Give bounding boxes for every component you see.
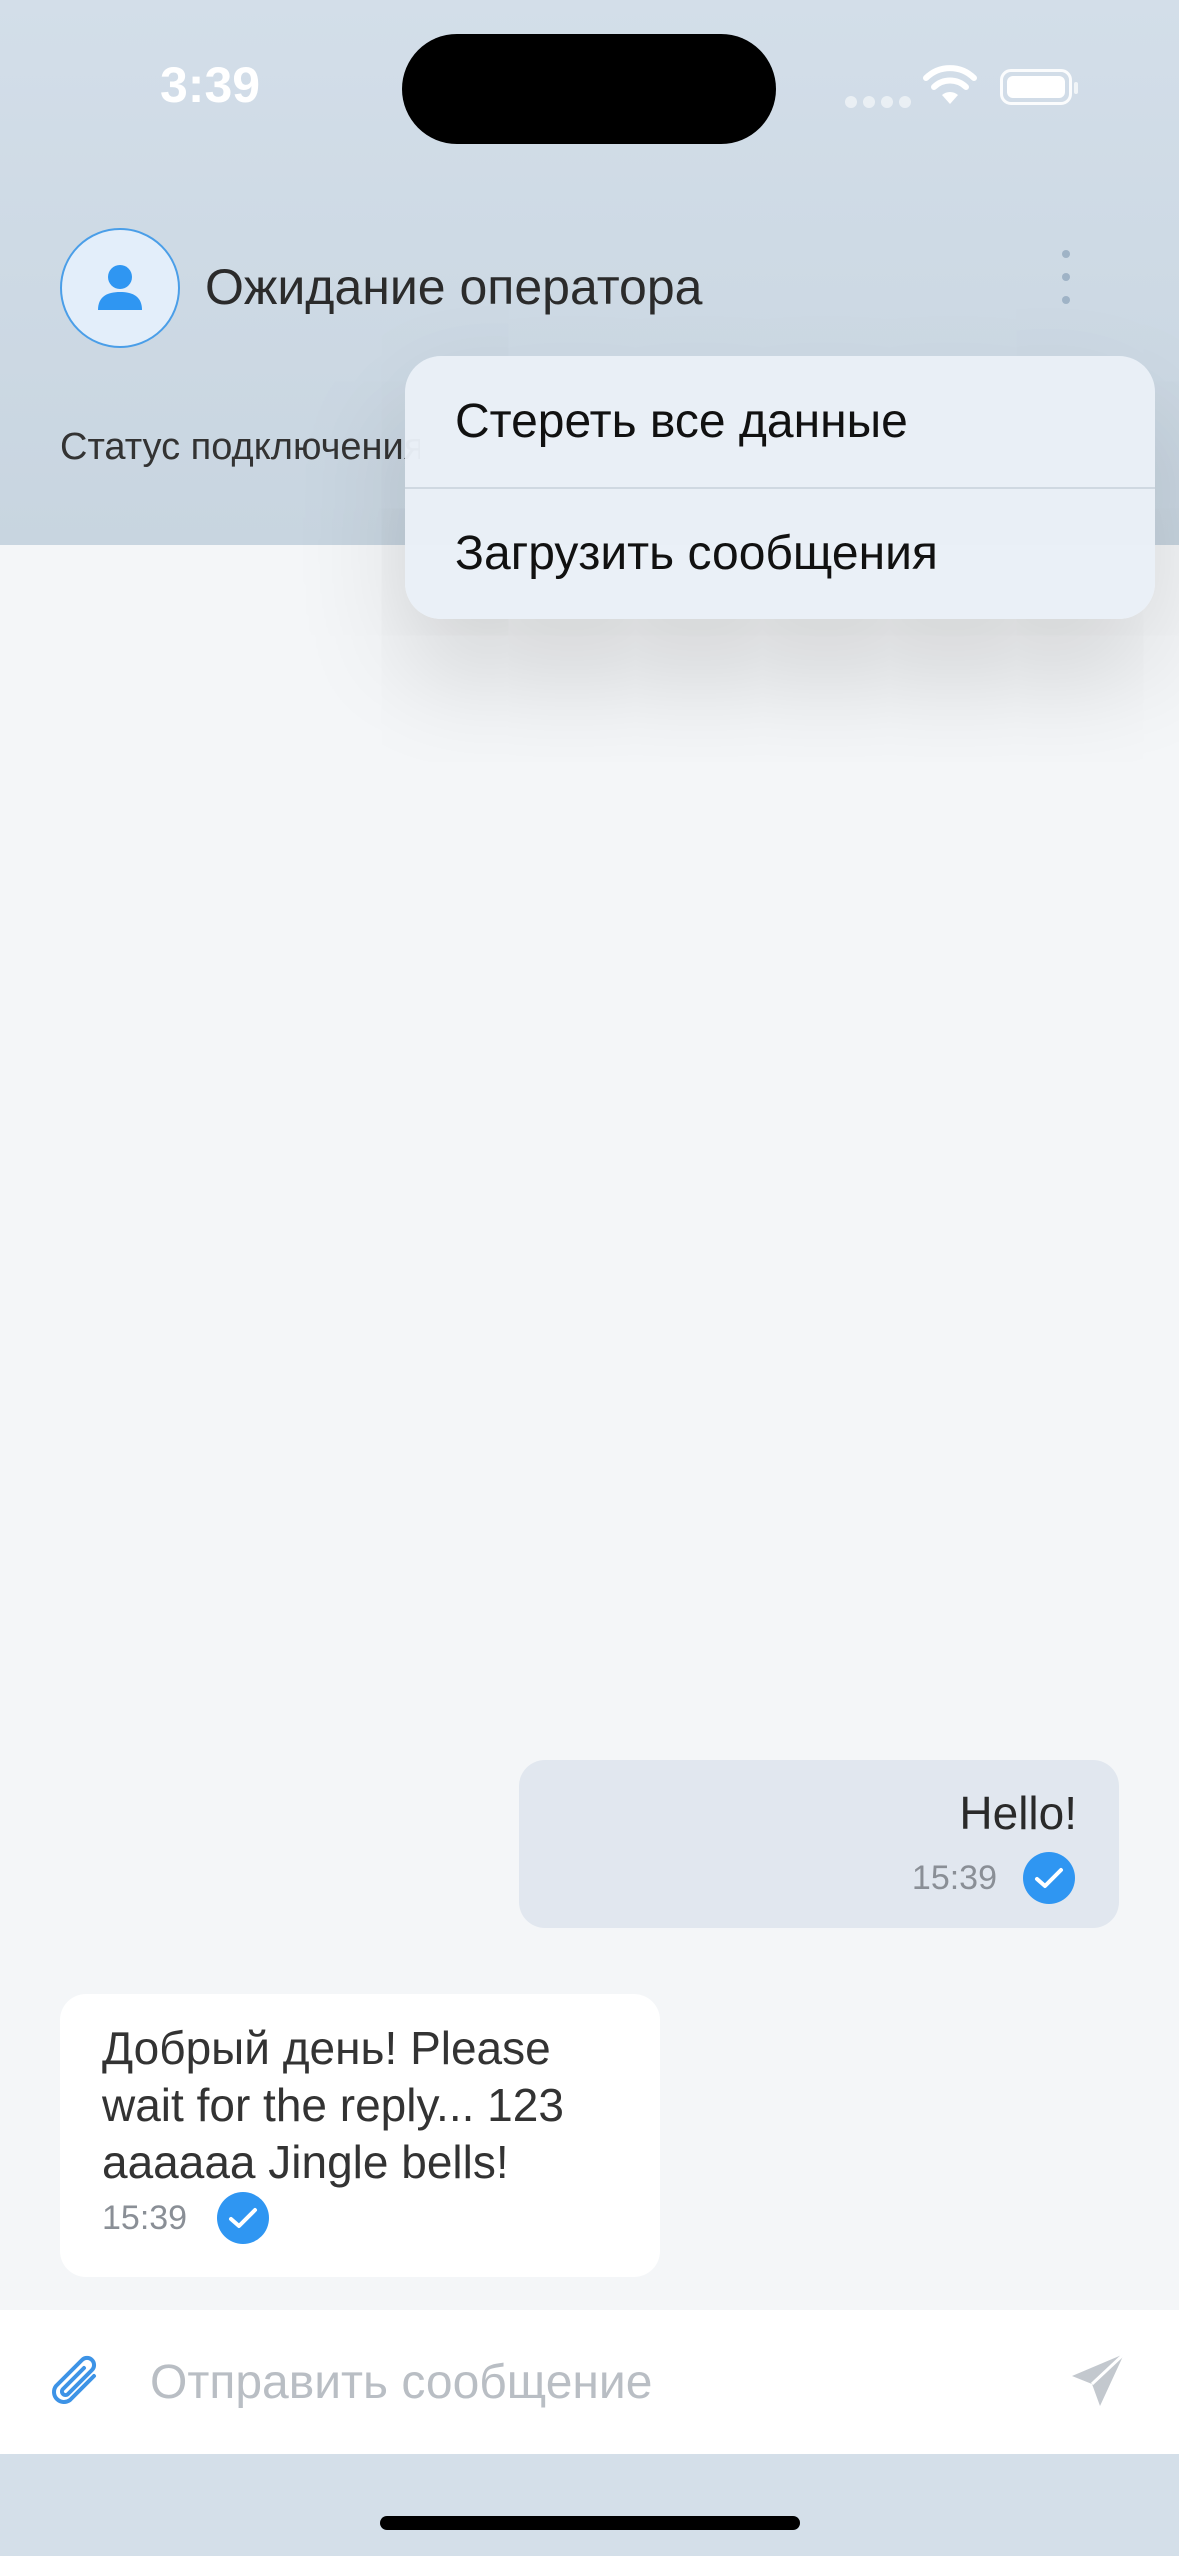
paper-plane-icon[interactable]	[1068, 2350, 1128, 2417]
check-circle-icon	[1023, 1852, 1075, 1904]
message-text: Hello!	[959, 1787, 1077, 1839]
menu-item-load-messages[interactable]: Загрузить сообщения	[405, 487, 1155, 618]
status-time: 3:39	[160, 57, 261, 113]
check-circle-icon	[217, 2192, 270, 2244]
wifi-icon	[922, 64, 978, 113]
incoming-message[interactable]: Добрый день! Please wait for the reply..…	[60, 1994, 660, 2277]
outgoing-message[interactable]: Hello! 15:39	[519, 1760, 1119, 1928]
status-bar: 3:39	[0, 0, 1179, 150]
home-indicator[interactable]	[380, 2516, 800, 2530]
options-menu: Стереть все данные Загрузить сообщения	[405, 356, 1155, 619]
more-vertical-icon[interactable]	[1052, 250, 1080, 304]
menu-item-clear-data[interactable]: Стереть все данные	[405, 356, 1155, 487]
message-text: Добрый день! Please wait for the reply..…	[102, 2022, 564, 2188]
battery-icon	[1000, 69, 1078, 105]
message-time: 15:39	[911, 1858, 997, 1897]
dynamic-island	[402, 34, 776, 144]
message-meta: 15:39	[912, 1852, 1075, 1904]
connection-status: Статус подключения	[60, 426, 420, 468]
chat-title: Ожидание оператора	[205, 259, 703, 315]
person-icon	[98, 265, 142, 310]
bottom-safe-area	[0, 2454, 1179, 2556]
message-time: 15:39	[102, 2198, 188, 2237]
operator-avatar[interactable]	[60, 228, 180, 348]
paperclip-icon[interactable]	[48, 2352, 104, 2419]
message-meta: 15:39	[102, 2192, 270, 2244]
cellular-signal-icon	[845, 96, 911, 108]
message-composer	[0, 2310, 1179, 2454]
message-input[interactable]	[150, 2346, 1030, 2418]
